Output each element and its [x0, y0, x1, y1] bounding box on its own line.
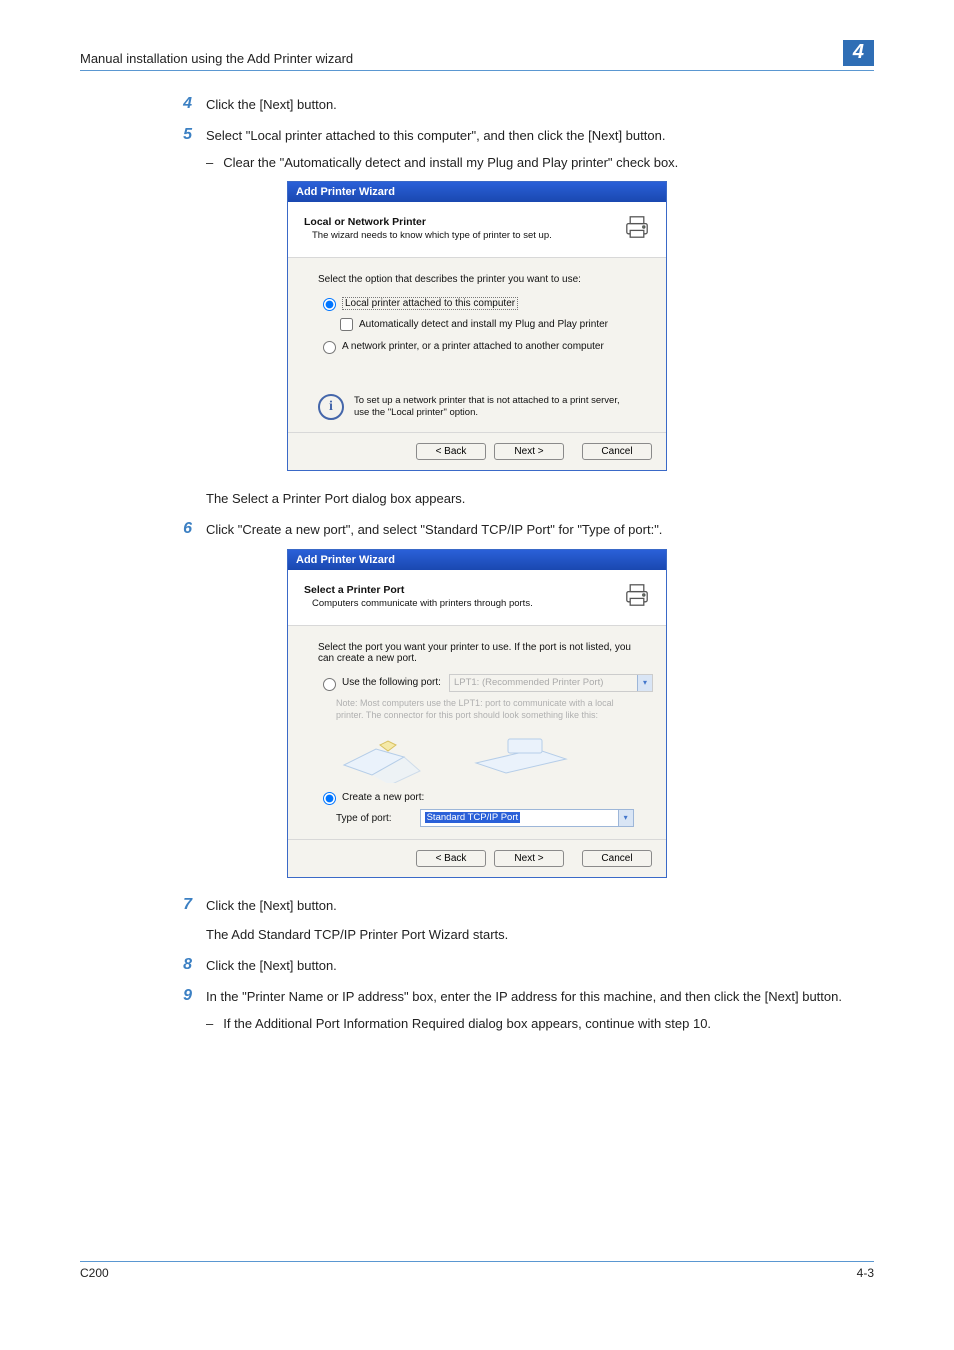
page-header: Manual installation using the Add Printe…	[80, 40, 874, 71]
step-6: 6 Click "Create a new port", and select …	[160, 520, 874, 541]
radio-use-following-port-row: Use the following port: LPT1: (Recommend…	[318, 674, 636, 692]
wizard-header: Select a Printer Port Computers communic…	[288, 570, 666, 626]
radio-network-printer[interactable]: A network printer, or a printer attached…	[318, 338, 636, 354]
radio-label: Use the following port:	[342, 677, 441, 688]
step-5-result-text: The Select a Printer Port dialog box app…	[206, 489, 874, 510]
header-title: Manual installation using the Add Printe…	[80, 51, 353, 66]
footer-left: C200	[80, 1266, 109, 1280]
wizard-subheading: Computers communicate with printers thro…	[312, 598, 533, 609]
step-5: 5 Select "Local printer attached to this…	[160, 126, 874, 147]
checkbox-label: Automatically detect and install my Plug…	[359, 319, 608, 330]
wizard-titlebar: Add Printer Wizard	[288, 550, 666, 570]
step-4: 4 Click the [Next] button.	[160, 95, 874, 116]
step-5-sub-bullet: Clear the "Automatically detect and inst…	[206, 153, 874, 174]
radio-use-following-port[interactable]: Use the following port:	[318, 675, 441, 691]
chevron-down-icon[interactable]: ▾	[618, 810, 633, 826]
dropdown-value: LPT1: (Recommended Printer Port)	[454, 677, 603, 688]
radio-label: A network printer, or a printer attached…	[342, 341, 604, 352]
step-7-result-text: The Add Standard TCP/IP Printer Port Wiz…	[206, 925, 874, 946]
page-footer: C200 4-3	[80, 1261, 874, 1280]
document-page: Manual installation using the Add Printe…	[0, 0, 954, 1300]
step-text: Click "Create a new port", and select "S…	[206, 520, 874, 541]
step-number: 4	[160, 95, 206, 113]
radio-input[interactable]	[323, 678, 336, 691]
step-number: 5	[160, 126, 206, 144]
wizard-heading: Select a Printer Port	[304, 584, 533, 596]
wizard-titlebar: Add Printer Wizard	[288, 182, 666, 202]
type-of-port-label: Type of port:	[336, 813, 392, 824]
back-button[interactable]: < Back	[416, 443, 486, 460]
cancel-button[interactable]: Cancel	[582, 443, 652, 460]
wizard-info-row: i To set up a network printer that is no…	[318, 394, 636, 420]
step-text: In the "Printer Name or IP address" box,…	[206, 987, 874, 1008]
dropdown-value: Standard TCP/IP Port	[425, 812, 521, 823]
printer-icon	[620, 578, 654, 615]
port-dropdown-disabled: LPT1: (Recommended Printer Port) ▾	[449, 674, 653, 692]
wizard-header: Local or Network Printer The wizard need…	[288, 202, 666, 258]
radio-input[interactable]	[323, 298, 336, 311]
radio-create-new-port[interactable]: Create a new port:	[318, 789, 636, 805]
radio-label: Local printer attached to this computer	[342, 297, 518, 310]
type-of-port-row: Type of port: Standard TCP/IP Port ▾	[336, 809, 636, 827]
step-text: Select "Local printer attached to this c…	[206, 126, 874, 147]
radio-label: Create a new port:	[342, 792, 424, 803]
wizard-body: Select the option that describes the pri…	[288, 258, 666, 432]
back-button[interactable]: < Back	[416, 850, 486, 867]
wizard-body: Select the port you want your printer to…	[288, 626, 666, 839]
wizard-button-row: < Back Next > Cancel	[288, 432, 666, 470]
step-8: 8 Click the [Next] button.	[160, 956, 874, 977]
info-icon: i	[318, 394, 344, 420]
wizard-prompt: Select the option that describes the pri…	[318, 274, 636, 285]
step-number: 6	[160, 520, 206, 538]
step-number: 8	[160, 956, 206, 974]
next-button[interactable]: Next >	[494, 443, 564, 460]
printer-icon	[620, 210, 654, 247]
wizard-prompt: Select the port you want your printer to…	[318, 642, 636, 664]
connector-illustration	[336, 727, 636, 783]
wizard-button-row: < Back Next > Cancel	[288, 839, 666, 877]
next-button[interactable]: Next >	[494, 850, 564, 867]
step-9-sub-bullet: If the Additional Port Information Requi…	[206, 1014, 874, 1035]
wizard-heading: Local or Network Printer	[304, 216, 552, 228]
radio-input[interactable]	[323, 341, 336, 354]
step-text: Click the [Next] button.	[206, 956, 874, 977]
wizard-info-text: To set up a network printer that is not …	[354, 395, 636, 420]
checkbox-input[interactable]	[340, 318, 353, 331]
step-number: 9	[160, 987, 206, 1005]
wizard-select-printer-port: Add Printer Wizard Select a Printer Port…	[287, 549, 667, 878]
step-text: Click the [Next] button.	[206, 95, 874, 116]
step-7: 7 Click the [Next] button.	[160, 896, 874, 917]
step-9: 9 In the "Printer Name or IP address" bo…	[160, 987, 874, 1008]
chevron-down-icon: ▾	[637, 675, 652, 691]
step-text: Click the [Next] button.	[206, 896, 874, 917]
wizard-subheading: The wizard needs to know which type of p…	[312, 230, 552, 241]
port-note-text: Note: Most computers use the LPT1: port …	[336, 698, 636, 721]
wizard-local-or-network: Add Printer Wizard Local or Network Prin…	[287, 181, 667, 471]
chapter-number-badge: 4	[843, 40, 874, 66]
footer-right: 4-3	[857, 1266, 874, 1280]
radio-local-printer[interactable]: Local printer attached to this computer	[318, 295, 636, 311]
cancel-button[interactable]: Cancel	[582, 850, 652, 867]
step-number: 7	[160, 896, 206, 914]
type-of-port-dropdown[interactable]: Standard TCP/IP Port ▾	[420, 809, 634, 827]
radio-input[interactable]	[323, 792, 336, 805]
checkbox-auto-detect[interactable]: Automatically detect and install my Plug…	[336, 315, 636, 334]
